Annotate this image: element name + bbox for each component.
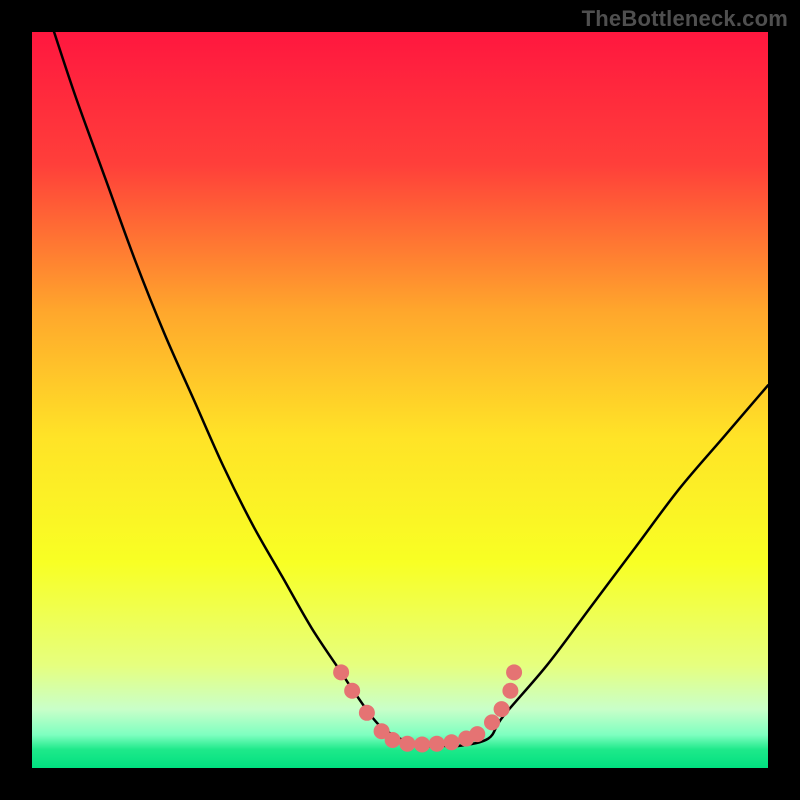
highlight-dot bbox=[359, 705, 375, 721]
highlight-dot bbox=[414, 736, 430, 752]
watermark-text: TheBottleneck.com bbox=[582, 6, 788, 32]
gradient-background bbox=[32, 32, 768, 768]
highlight-dot bbox=[469, 726, 485, 742]
highlight-dot bbox=[333, 664, 349, 680]
highlight-dot bbox=[502, 683, 518, 699]
highlight-dot bbox=[429, 736, 445, 752]
highlight-dot bbox=[484, 714, 500, 730]
chart-svg bbox=[32, 32, 768, 768]
highlight-dot bbox=[385, 732, 401, 748]
highlight-dot bbox=[506, 664, 522, 680]
highlight-dot bbox=[494, 701, 510, 717]
highlight-dot bbox=[344, 683, 360, 699]
highlight-dot bbox=[399, 736, 415, 752]
highlight-dot bbox=[444, 734, 460, 750]
chart-frame: TheBottleneck.com bbox=[0, 0, 800, 800]
plot-area bbox=[32, 32, 768, 768]
